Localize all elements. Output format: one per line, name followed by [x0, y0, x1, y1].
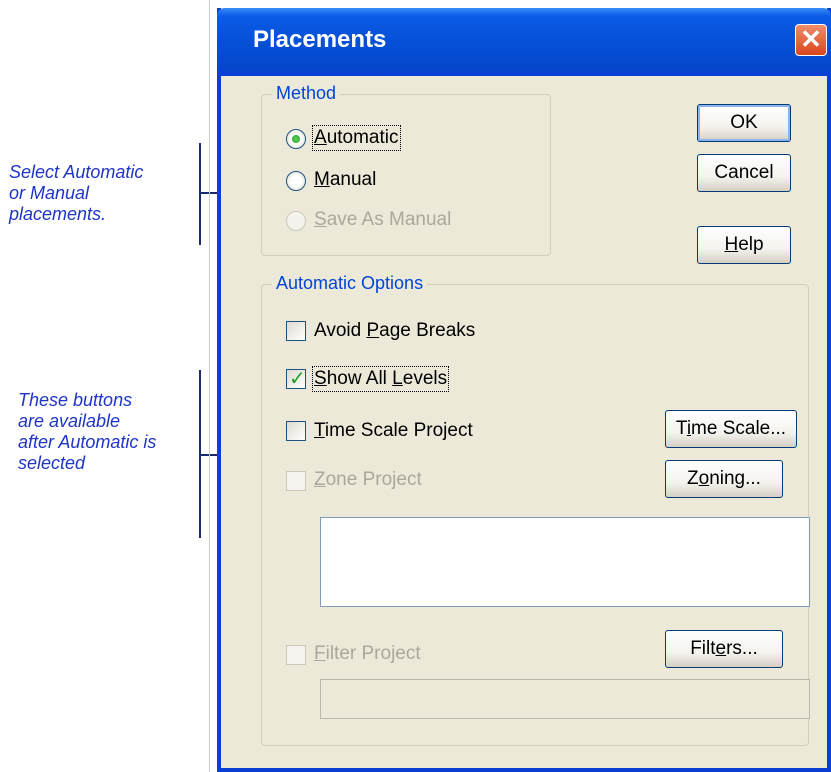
title-bar[interactable]: Placements ✕	[217, 8, 831, 76]
page-separator	[209, 0, 210, 772]
manual-radio[interactable]	[286, 171, 306, 191]
time-scale-button[interactable]: Time Scale...	[665, 410, 797, 448]
filter-field	[320, 679, 810, 719]
avoid-page-breaks-checkbox[interactable]	[286, 321, 306, 341]
cancel-button[interactable]: Cancel	[697, 154, 791, 192]
radio-dot-icon	[292, 135, 300, 143]
filter-project-label: Filter Project	[314, 643, 421, 664]
zone-project-checkbox	[286, 471, 306, 491]
automatic-options-group: Automatic Options Avoid Page Breaks ✓ Sh…	[261, 273, 810, 746]
zoning-button[interactable]: Zoning...	[665, 460, 783, 498]
method-annotation: Select Automatic or Manual placements.	[9, 162, 143, 225]
annotation-line: placements.	[9, 204, 107, 224]
method-legend: Method	[272, 83, 341, 104]
manual-option-label[interactable]: Manual	[314, 169, 376, 191]
avoid-page-breaks-label[interactable]: Avoid Page Breaks	[314, 320, 475, 342]
method-group: Method Automatic Manual Save As Manual	[261, 83, 551, 256]
save-as-manual-radio	[286, 211, 306, 231]
close-icon[interactable]: ✕	[795, 24, 827, 56]
automatic-radio[interactable]	[286, 129, 306, 149]
filters-button[interactable]: Filters...	[665, 630, 783, 668]
automatic-option-label[interactable]: Automatic	[312, 125, 401, 151]
annotation-line: Select Automatic	[9, 162, 144, 182]
save-as-manual-option-label: Save As Manual	[314, 209, 452, 230]
automatic-options-legend: Automatic Options	[272, 273, 428, 294]
annotation-line: after Automatic is	[18, 432, 157, 452]
annotation-line: or Manual	[9, 183, 90, 203]
buttons-annotation: These buttons are available after Automa…	[18, 390, 156, 474]
ok-button[interactable]: OK	[697, 104, 791, 142]
method-annotation-bracket	[199, 143, 201, 245]
filter-project-checkbox	[286, 645, 306, 665]
annotation-line: These buttons	[18, 390, 133, 410]
checkmark-icon: ✓	[289, 366, 306, 390]
buttons-annotation-bracket	[199, 370, 201, 538]
time-scale-project-checkbox[interactable]	[286, 421, 306, 441]
annotation-line: are available	[18, 411, 121, 431]
time-scale-project-label[interactable]: Time Scale Project	[314, 420, 473, 442]
dialog-title: Placements	[253, 26, 387, 53]
show-all-levels-checkbox[interactable]: ✓	[286, 366, 306, 390]
zone-project-label: Zone Project	[314, 469, 422, 490]
help-button[interactable]: Help	[697, 226, 791, 264]
zone-list-box[interactable]	[320, 517, 810, 607]
annotation-line: selected	[18, 453, 86, 473]
show-all-levels-label[interactable]: Show All Levels	[311, 366, 450, 392]
placements-dialog: Placements ✕ Method Automatic Manual Sav…	[217, 8, 831, 772]
